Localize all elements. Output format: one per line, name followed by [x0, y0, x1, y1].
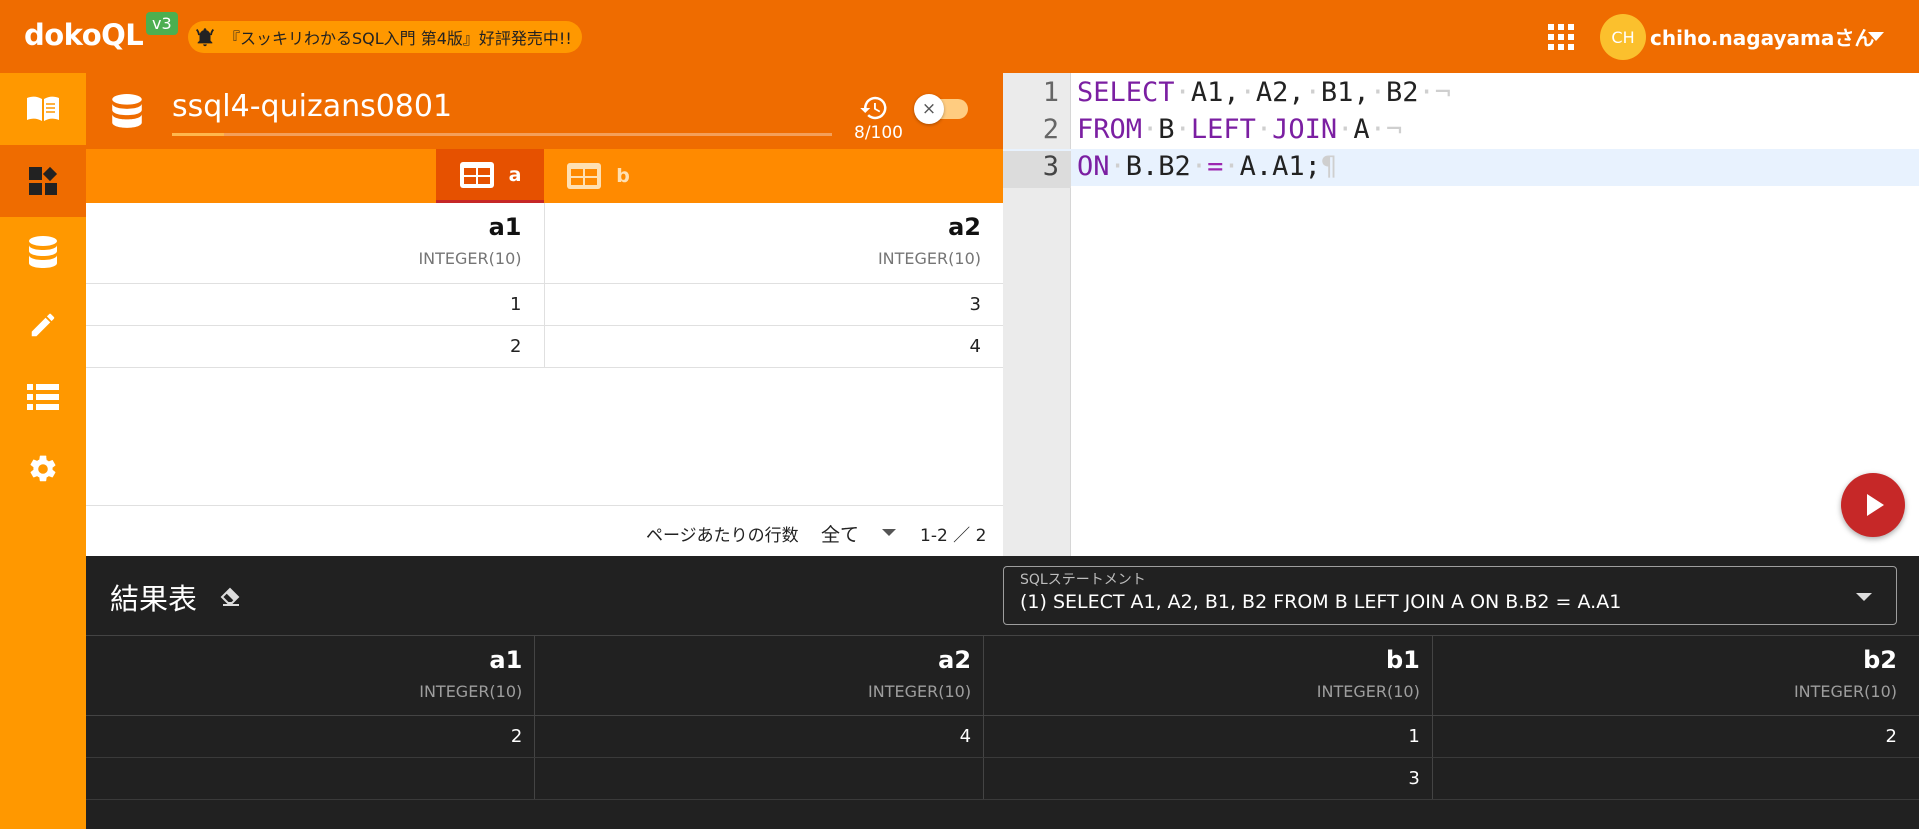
column-header[interactable]: a1 INTEGER(10) — [86, 635, 535, 716]
table-cell[interactable] — [86, 757, 535, 800]
table-viewer-panel: ssql4-quizans0801 8/100 × a b a1 INTEGER… — [86, 73, 1003, 556]
page-range: 1-2 ／ 2 — [920, 526, 987, 546]
results-title: 結果表 — [110, 582, 198, 616]
line-number: 2 — [1042, 114, 1059, 145]
database-icon — [112, 94, 142, 128]
gear-icon — [30, 455, 56, 482]
table-pager: ページあたりの行数 全て 1-2 ／ 2 — [86, 505, 1003, 556]
column-name: a2 — [938, 646, 972, 674]
tab-b[interactable]: b — [544, 149, 652, 203]
rail-item-database[interactable] — [0, 217, 86, 289]
column-name: b2 — [1863, 646, 1897, 674]
column-type: INTEGER(10) — [1793, 682, 1897, 701]
code-line[interactable]: 1 SELECT·A1,·A2,·B1,·B2·¬ — [1003, 75, 1919, 112]
sql-statement-label: SQLステートメント — [1020, 572, 1146, 588]
line-number: 3 — [1003, 151, 1071, 188]
column-type: INTEGER(10) — [1316, 682, 1420, 701]
book-icon — [27, 96, 59, 121]
results-grid: a1 INTEGER(10) a2 INTEGER(10) b1 INTEGER… — [86, 635, 1919, 800]
column-type: INTEGER(10) — [419, 682, 523, 701]
side-rail — [0, 73, 86, 829]
table-icon — [459, 161, 494, 188]
play-icon — [1867, 494, 1884, 516]
news-banner[interactable]: 『スッキリわかるSQL入門 第4版』好評発売中!! — [188, 21, 582, 53]
sql-editor[interactable]: 1 SELECT·A1,·A2,·B1,·B2·¬ 2 FROM·B·LEFT·… — [1003, 73, 1919, 556]
column-type: INTEGER(10) — [418, 249, 522, 268]
close-icon[interactable]: × — [914, 94, 944, 124]
eraser-icon[interactable] — [219, 586, 243, 606]
dashboard-icon — [29, 166, 58, 195]
table-icon — [567, 163, 602, 189]
news-text: 『スッキリわかるSQL入門 第4版』好評発売中!! — [224, 29, 572, 48]
run-button[interactable] — [1841, 473, 1905, 537]
table-cell[interactable]: 2 — [86, 325, 544, 368]
pencil-icon — [31, 313, 55, 337]
rows-per-page-label: ページあたりの行数 — [646, 526, 799, 546]
list-icon — [27, 384, 59, 410]
apps-grid-icon[interactable] — [1548, 24, 1574, 50]
database-name-underline — [172, 133, 832, 136]
database-icon — [29, 236, 57, 268]
results-panel: 結果表 SQLステートメント (1) SELECT A1, A2, B1, B2… — [86, 556, 1919, 829]
sql-statement-value: (1) SELECT A1, A2, B1, B2 FROM B LEFT JO… — [1020, 591, 1622, 613]
database-name[interactable]: ssql4-quizans0801 — [172, 89, 452, 124]
code-text: ON·B.B2·=·A.A1;¶ — [1077, 151, 1338, 182]
table-row: 2 4 — [86, 325, 1003, 368]
table-cell[interactable]: 4 — [543, 325, 1003, 368]
tab-label: b — [616, 165, 630, 187]
rail-item-dashboard[interactable] — [0, 145, 86, 217]
app-bar: dokoQL v3 『スッキリわかるSQL入門 第4版』好評発売中!! CH c… — [0, 0, 1919, 73]
table-row: 3 — [86, 757, 1919, 800]
column-name: a1 — [489, 646, 523, 674]
rows-per-page-select[interactable]: 全て — [821, 520, 859, 547]
column-type: INTEGER(10) — [868, 682, 972, 701]
tab-label: a — [508, 163, 522, 186]
user-name[interactable]: chiho.nagayamaさん — [1650, 22, 1874, 51]
table-cell[interactable] — [1431, 757, 1919, 800]
column-header[interactable]: a1 INTEGER(10) — [86, 203, 544, 284]
column-name: a2 — [948, 213, 981, 241]
rail-item-settings[interactable] — [0, 433, 86, 505]
database-header: ssql4-quizans0801 8/100 × — [86, 73, 1003, 149]
bell-icon — [196, 28, 214, 47]
table-cell[interactable]: 3 — [983, 757, 1433, 800]
code-line-current[interactable]: 3 ON·B.B2·=·A.A1;¶ — [1003, 149, 1919, 188]
chevron-down-icon[interactable] — [882, 529, 896, 536]
column-header[interactable]: a2 INTEGER(10) — [543, 203, 1003, 284]
line-number: 1 — [1042, 77, 1059, 108]
table-a-grid: a1 INTEGER(10) a2 INTEGER(10) 1 3 2 4 — [86, 203, 1003, 368]
code-line[interactable]: 2 FROM·B·LEFT·JOIN·A·¬ — [1003, 112, 1919, 149]
table-cell[interactable]: 2 — [86, 715, 535, 758]
column-type: INTEGER(10) — [877, 249, 981, 268]
avatar[interactable]: CH — [1600, 14, 1646, 60]
history-count: 8/100 — [854, 123, 903, 143]
sql-statement-select[interactable]: SQLステートメント (1) SELECT A1, A2, B1, B2 FRO… — [1003, 566, 1897, 625]
toggle-switch[interactable]: × — [914, 94, 968, 124]
rail-item-edit[interactable] — [0, 289, 86, 361]
table-cell[interactable]: 2 — [1431, 715, 1919, 758]
code-text: SELECT·A1,·A2,·B1,·B2·¬ — [1077, 77, 1451, 108]
rail-item-list[interactable] — [0, 361, 86, 433]
column-name: b1 — [1385, 646, 1420, 674]
table-tabs: a b — [86, 149, 1003, 203]
rail-item-book[interactable] — [0, 73, 86, 145]
code-text: FROM·B·LEFT·JOIN·A·¬ — [1077, 114, 1403, 145]
column-header[interactable]: a2 INTEGER(10) — [534, 635, 984, 716]
column-header[interactable]: b2 INTEGER(10) — [1431, 635, 1919, 716]
column-header[interactable]: b1 INTEGER(10) — [983, 635, 1433, 716]
brand-logo[interactable]: dokoQL — [24, 18, 144, 52]
version-badge: v3 — [146, 12, 178, 35]
chevron-down-icon[interactable] — [1868, 32, 1884, 41]
table-cell[interactable]: 4 — [534, 715, 984, 758]
table-cell[interactable]: 1 — [983, 715, 1433, 758]
table-row: 2 4 1 2 — [86, 715, 1919, 758]
table-cell[interactable]: 1 — [86, 283, 544, 326]
chevron-down-icon[interactable] — [1856, 593, 1872, 601]
table-row: 1 3 — [86, 283, 1003, 326]
history-icon[interactable] — [858, 93, 890, 123]
column-name: a1 — [488, 213, 522, 241]
table-cell[interactable]: 3 — [543, 283, 1003, 326]
tab-a[interactable]: a — [436, 149, 544, 203]
table-cell[interactable] — [534, 757, 984, 800]
